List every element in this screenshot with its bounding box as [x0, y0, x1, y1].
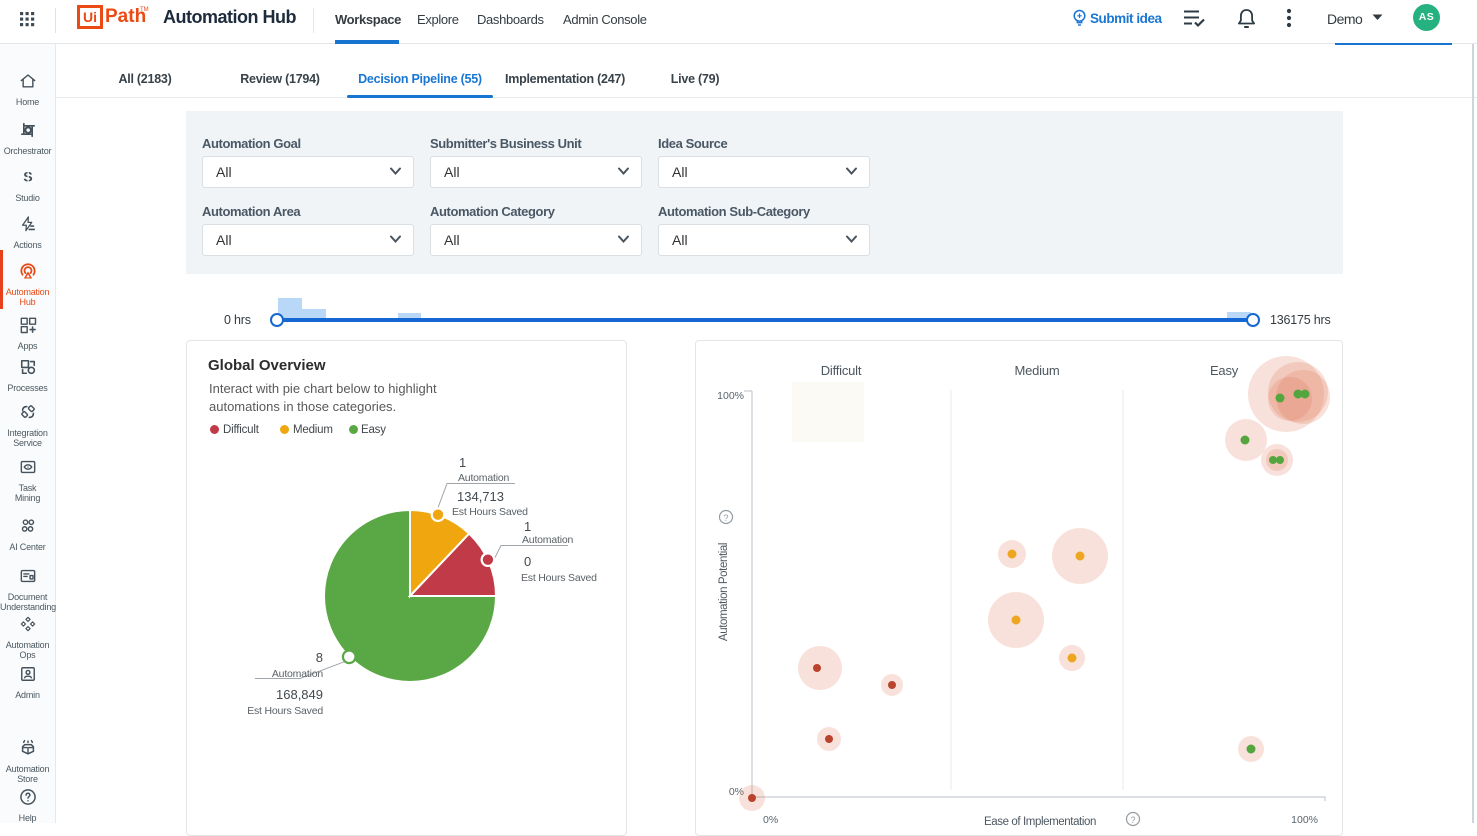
- svg-text:Automation: Automation: [522, 534, 573, 546]
- svg-text:168,849: 168,849: [276, 687, 323, 702]
- svg-text:1: 1: [459, 455, 466, 470]
- svg-text:Easy: Easy: [1210, 363, 1239, 378]
- svg-text:Est Hours Saved: Est Hours Saved: [247, 705, 323, 717]
- svg-text:?: ?: [723, 513, 728, 523]
- svg-text:Medium: Medium: [1014, 363, 1059, 378]
- svg-text:100%: 100%: [717, 390, 744, 402]
- svg-text:0%: 0%: [763, 814, 778, 826]
- svg-text:Automation: Automation: [458, 472, 509, 484]
- svg-text:1: 1: [524, 519, 531, 534]
- svg-text:Est Hours Saved: Est Hours Saved: [452, 506, 528, 518]
- svg-text:Automation: Automation: [272, 668, 323, 680]
- svg-text:0: 0: [524, 554, 531, 569]
- svg-text:Est Hours Saved: Est Hours Saved: [521, 572, 597, 584]
- svg-text:?: ?: [1130, 815, 1135, 825]
- svg-text:100%: 100%: [1291, 814, 1318, 826]
- svg-text:Difficult: Difficult: [821, 363, 862, 378]
- svg-text:8: 8: [316, 650, 323, 665]
- svg-text:Automation Potential: Automation Potential: [718, 543, 730, 641]
- svg-text:Ease of Implementation: Ease of Implementation: [984, 816, 1096, 828]
- svg-text:134,713: 134,713: [457, 489, 504, 504]
